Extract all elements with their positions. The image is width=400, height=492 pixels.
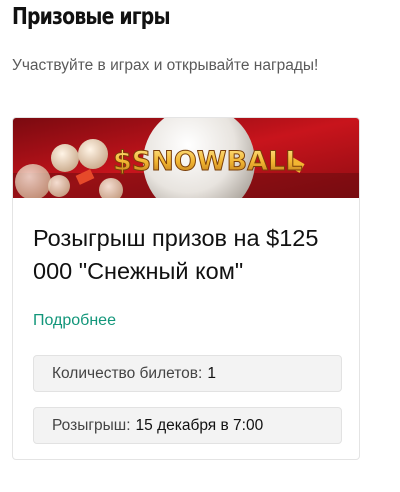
details-link[interactable]: Подробнее xyxy=(33,312,116,330)
draw-value: 15 декабря в 7:00 xyxy=(135,417,264,434)
prize-game-card[interactable]: $SNOWBALL Розыгрыш призов на $125 000 "С… xyxy=(12,117,360,460)
tickets-label: Количество билетов: xyxy=(52,365,203,382)
snowball-banner-image[interactable]: $SNOWBALL xyxy=(13,118,360,198)
page-subtitle: Участвуйте в играх и открывайте награды! xyxy=(12,57,319,74)
banner-title-text: $SNOWBALL xyxy=(113,146,302,177)
tickets-value: 1 xyxy=(207,365,216,382)
page-title: Призовые игры xyxy=(12,4,171,30)
card-title: Розыгрыш призов на $125 000 "Снежный ком… xyxy=(33,225,319,284)
tickets-count-box: Количество билетов: 1 xyxy=(33,355,342,392)
draw-label: Розыгрыш: xyxy=(52,417,131,434)
draw-date-box: Розыгрыш: 15 декабря в 7:00 xyxy=(33,407,342,444)
